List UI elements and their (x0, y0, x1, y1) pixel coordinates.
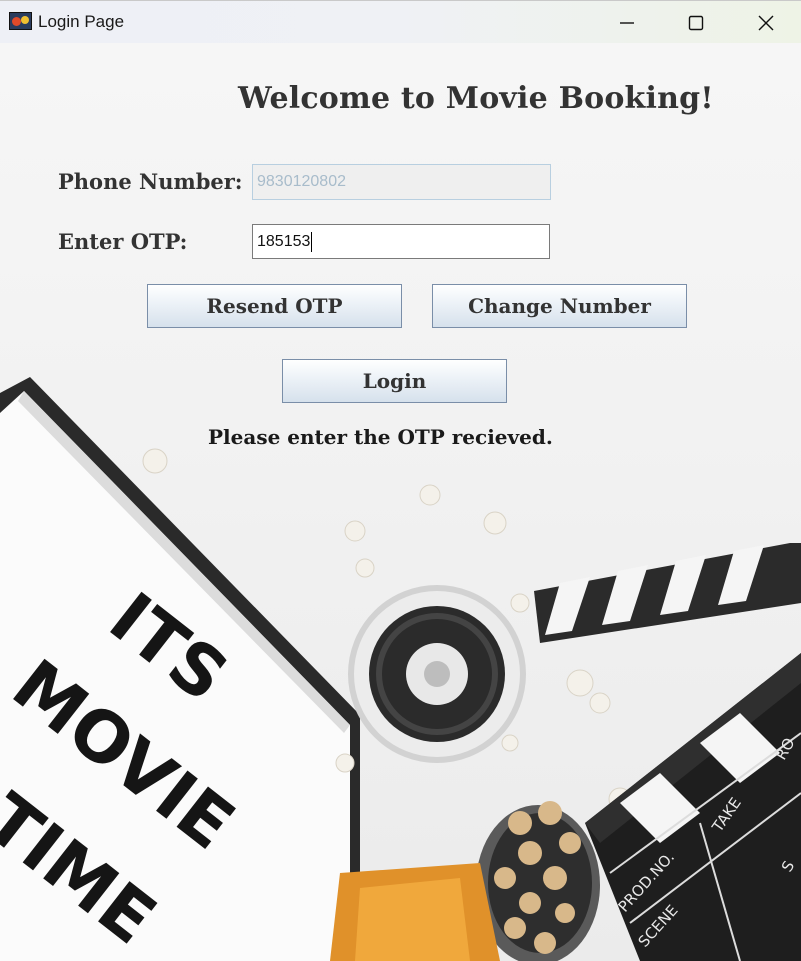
otp-value: 185153 (257, 232, 311, 250)
otp-input[interactable]: 185153 (252, 224, 550, 259)
maximize-icon (688, 15, 704, 30)
login-window: Login Page ITS MOVIE TIME PROD.NO. SCENE… (0, 0, 801, 961)
maximize-button[interactable] (666, 1, 726, 44)
lightbox-sign: ITS MOVIE TIME (0, 377, 360, 961)
phone-number-value: 9830120802 (257, 173, 346, 190)
phone-number-field[interactable]: 9830120802 (252, 164, 551, 200)
phone-number-label: Phone Number: (58, 169, 243, 194)
film-reel (348, 585, 526, 763)
resend-otp-button[interactable]: Resend OTP (147, 284, 402, 328)
otp-label: Enter OTP: (58, 229, 188, 254)
close-icon (758, 15, 774, 30)
chips (330, 863, 500, 961)
window-title: Login Page (38, 12, 125, 31)
text-caret (311, 231, 313, 252)
status-message: Please enter the OTP recieved. (208, 425, 553, 449)
page-heading: Welcome to Movie Booking! (238, 81, 714, 116)
app-icon (9, 12, 32, 30)
minimize-button[interactable] (597, 1, 657, 44)
title-bar: Login Page (0, 0, 801, 43)
content-area: ITS MOVIE TIME PROD.NO. SCENE TAKE RO S … (0, 43, 801, 961)
close-button[interactable] (736, 1, 796, 44)
change-number-button[interactable]: Change Number (432, 284, 687, 328)
minimize-icon (620, 21, 634, 24)
login-button[interactable]: Login (282, 359, 507, 403)
